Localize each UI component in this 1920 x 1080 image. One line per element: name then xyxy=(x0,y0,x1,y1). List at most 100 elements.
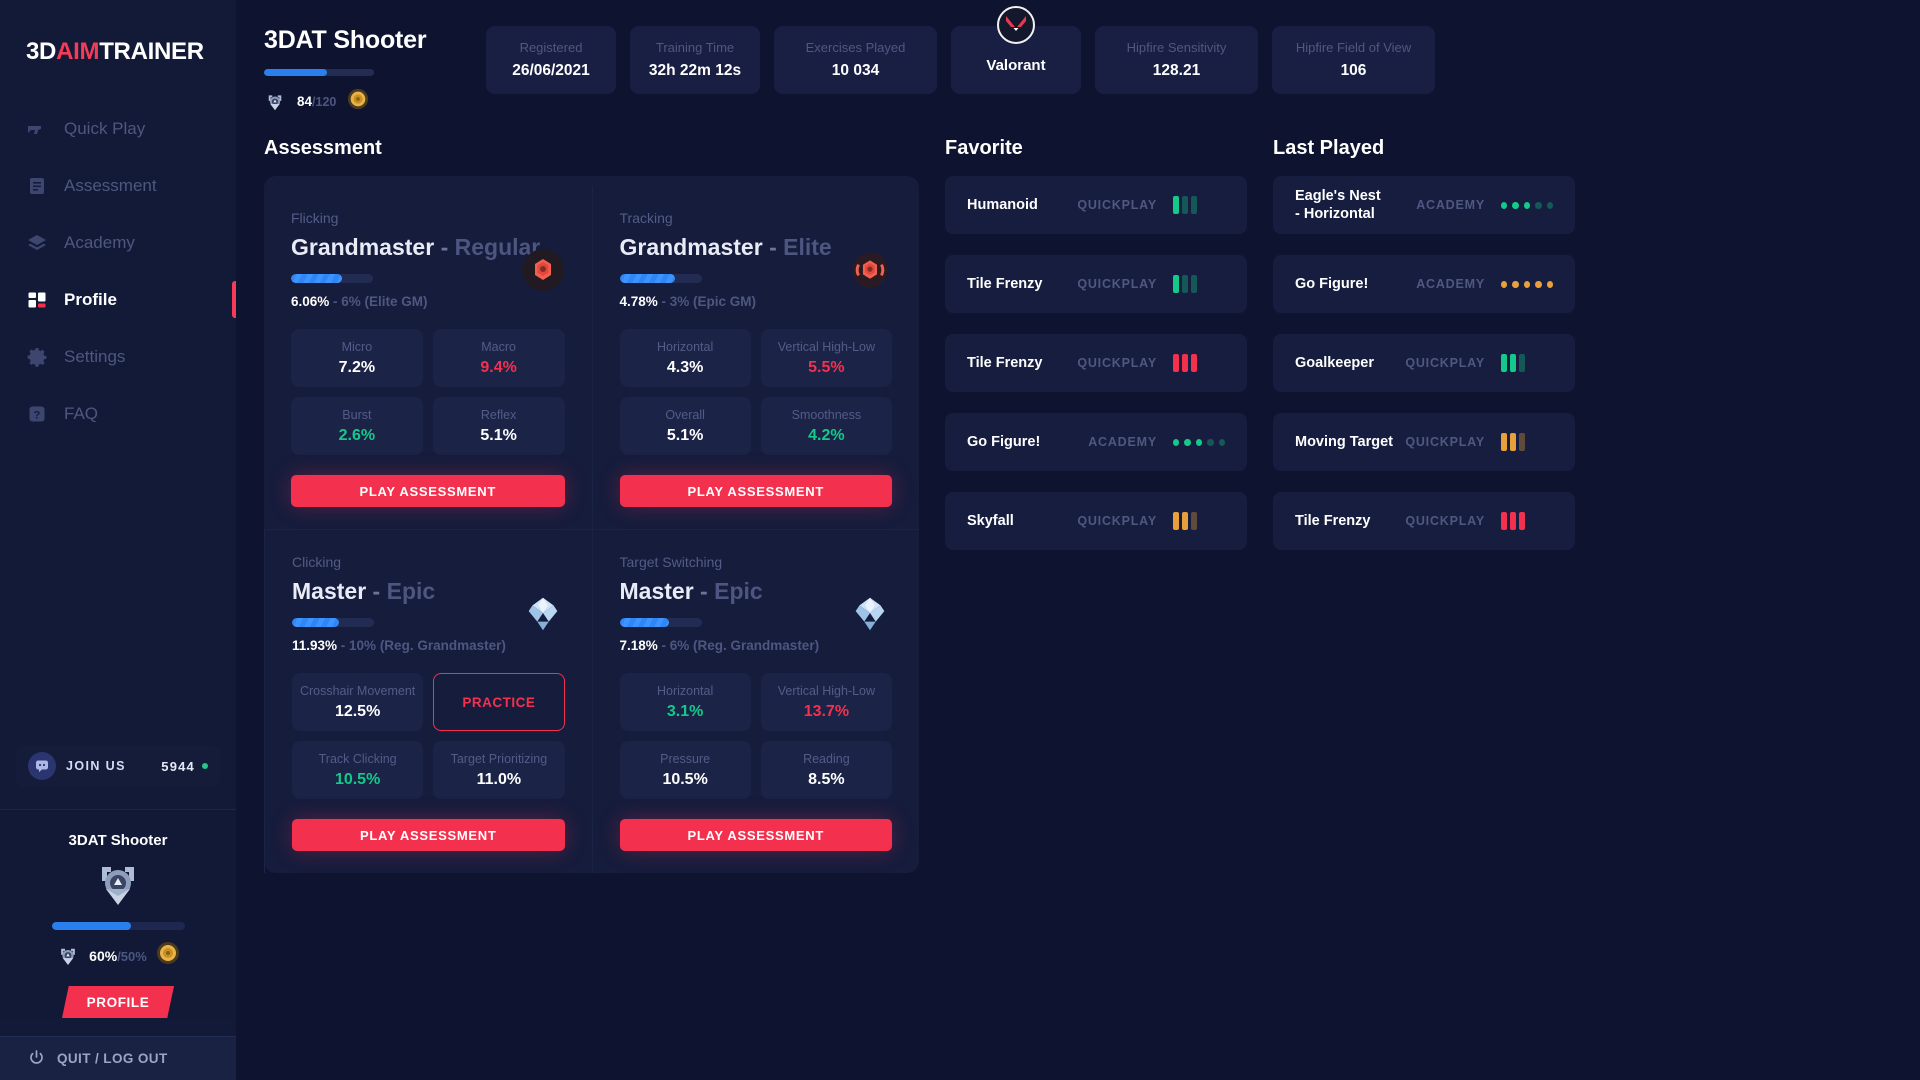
item-mode: QUICKPLAY xyxy=(1405,514,1485,528)
sidebar-item-assessment[interactable]: Assessment xyxy=(0,157,236,214)
sub-stat-value: 5.1% xyxy=(480,426,517,444)
sub-stat-value: 8.5% xyxy=(808,770,845,788)
stat-value: 32h 22m 12s xyxy=(648,62,742,79)
play-assessment-button[interactable]: PLAY ASSESSMENT xyxy=(619,475,892,507)
last-played-item-row[interactable]: Go Figure! ACADEMY xyxy=(1273,255,1575,313)
grandmaster-elite-emblem xyxy=(848,248,892,292)
last-played-list: Eagle's Nest - Horizontal ACADEMY Go Figure… xyxy=(1273,176,1575,571)
sub-stat-label: Target Prioritizing xyxy=(450,751,548,766)
stat-label: Registered xyxy=(519,40,583,55)
brand-logo[interactable]: 3DAIMTRAINER xyxy=(0,0,236,66)
difficulty-dot xyxy=(1523,201,1531,209)
stat-card-game[interactable]: Valorant xyxy=(951,6,1081,94)
skill-name: Flicking xyxy=(291,210,339,226)
assessment-section: Assessment Flicking Grandmaster - Regular… xyxy=(264,137,919,873)
sub-stat-label: Reflex xyxy=(480,407,517,422)
sub-stat-value: 5.5% xyxy=(808,358,845,376)
item-name: Skyfall xyxy=(967,512,1014,529)
favorite-title: Favorite xyxy=(945,137,1023,159)
difficulty-bar xyxy=(1519,433,1525,451)
shooter-rank-small-icon xyxy=(56,944,80,968)
sub-stat-label: Burst xyxy=(342,407,372,422)
difficulty-bar xyxy=(1510,433,1516,451)
stat-label: Hipfire Sensitivity xyxy=(1126,40,1227,55)
favorite-item-row[interactable]: Humanoid QUICKPLAY xyxy=(945,176,1247,234)
favorite-item-row[interactable]: Skyfall QUICKPLAY xyxy=(945,492,1247,550)
profile-progress-row: 60%/50% xyxy=(56,941,180,970)
item-name: Tile Frenzy xyxy=(1295,512,1371,529)
sidebar-item-quick-play[interactable]: Quick Play xyxy=(0,100,236,157)
item-name: Moving Target xyxy=(1295,433,1394,450)
sidebar-item-faq[interactable]: ? FAQ xyxy=(0,385,236,442)
stat-card-training-time: Training Time 32h 22m 12s xyxy=(630,26,760,94)
sub-stat: Macro 9.4% xyxy=(432,329,565,387)
difficulty-dot xyxy=(1535,280,1542,288)
profile-button[interactable]: PROFILE xyxy=(62,986,174,1018)
sidebar-item-academy[interactable]: Academy xyxy=(0,214,236,271)
assessment-card-flicking: Flicking Grandmaster - Regular 6.06% - 6% … xyxy=(264,186,592,529)
stat-label: Training Time xyxy=(655,40,735,55)
level-text: 84/120 xyxy=(297,94,336,109)
sub-stat-label: Horizontal xyxy=(656,339,714,354)
last-played-item-row[interactable]: Tile Frenzy QUICKPLAY xyxy=(1273,492,1575,550)
item-name: Tile Frenzy xyxy=(967,354,1043,371)
play-assessment-button[interactable]: PLAY ASSESSMENT xyxy=(292,819,565,851)
rank-dash: - xyxy=(769,234,777,260)
play-assessment-button[interactable]: PLAY ASSESSMENT xyxy=(619,819,892,851)
rank-percent: 6.06% - 6% (Elite GM) xyxy=(291,294,428,309)
last-played-title: Last Played xyxy=(1273,137,1385,159)
difficulty-bar xyxy=(1501,354,1507,372)
master-epic-emblem xyxy=(848,592,892,636)
discord-count-value: 5944 xyxy=(161,758,195,774)
rank-percent-rest: - 3% (Epic GM) xyxy=(661,294,757,309)
difficulty-bar xyxy=(1173,196,1179,214)
favorite-item-row[interactable]: Go Figure! ACADEMY xyxy=(945,413,1247,471)
gold-coin-icon xyxy=(156,941,180,970)
stat-card-registered: Registered 26/06/2021 xyxy=(486,26,616,94)
discord-label: JOIN US xyxy=(66,759,126,773)
rank-percent-rest: - 10% (Reg. Grandmaster) xyxy=(340,638,506,653)
stat-card-hipfire-fov: Hipfire Field of View 106 xyxy=(1272,26,1435,94)
favorite-item-row[interactable]: Tile Frenzy QUICKPLAY xyxy=(945,334,1247,392)
play-assessment-button[interactable]: PLAY ASSESSMENT xyxy=(291,475,565,507)
item-mode: QUICKPLAY xyxy=(1077,356,1157,370)
last-played-item-row[interactable]: Eagle's Nest - Horizontal ACADEMY xyxy=(1273,176,1575,234)
difficulty-bar xyxy=(1501,433,1507,451)
assessment-card-tracking: Tracking Grandmaster - Elite 4.78% - 3% (E… xyxy=(591,186,920,529)
quit-logout-button[interactable]: QUIT / LOG OUT xyxy=(0,1036,236,1080)
difficulty-dots xyxy=(1501,280,1554,288)
assessment-title: Assessment xyxy=(264,137,382,159)
item-mode: QUICKPLAY xyxy=(1405,356,1485,370)
last-played-item-row[interactable]: Moving Target QUICKPLAY xyxy=(1273,413,1575,471)
brand-part-3: TRAINER xyxy=(99,38,204,65)
sidebar-item-profile[interactable]: Profile xyxy=(0,271,236,328)
rank-dash: - xyxy=(700,578,708,604)
item-name: Go Figure! xyxy=(1295,275,1369,292)
stat-card-hipfire-sensitivity: Hipfire Sensitivity 128.21 xyxy=(1095,26,1258,94)
gear-icon xyxy=(26,346,48,368)
profile-percent-goal: /50% xyxy=(117,948,147,964)
grandmaster-emblem xyxy=(521,248,565,292)
sub-stat: Track Clicking 10.5% xyxy=(292,741,424,799)
practice-button[interactable]: PRACTICE xyxy=(433,673,565,731)
level-max: /120 xyxy=(312,95,337,109)
sub-stat-label: Pressure xyxy=(660,751,711,766)
sub-stat-value: 12.5% xyxy=(334,702,381,720)
difficulty-bar xyxy=(1519,354,1525,372)
sub-stat-label: Overall xyxy=(665,407,705,422)
sidebar-label: Academy xyxy=(64,232,135,252)
difficulty-dot xyxy=(1184,438,1191,446)
discord-join-button[interactable]: JOIN US 5944 xyxy=(16,745,220,787)
sub-stat: Micro 7.2% xyxy=(291,329,423,387)
difficulty-dot xyxy=(1501,201,1508,209)
item-mode: QUICKPLAY xyxy=(1405,435,1485,449)
rank-percent-rest: - 6% (Elite GM) xyxy=(333,294,428,309)
sidebar-item-settings[interactable]: Settings xyxy=(0,328,236,385)
difficulty-bar xyxy=(1182,512,1188,530)
difficulty-dot xyxy=(1195,438,1203,446)
favorite-item-row[interactable]: Tile Frenzy QUICKPLAY xyxy=(945,255,1247,313)
last-played-item-row[interactable]: Goalkeeper QUICKPLAY xyxy=(1273,334,1575,392)
stat-card-exercises-played: Exercises Played 10 034 xyxy=(774,26,937,94)
difficulty-dots xyxy=(1501,201,1554,209)
difficulty-bar xyxy=(1191,196,1197,214)
